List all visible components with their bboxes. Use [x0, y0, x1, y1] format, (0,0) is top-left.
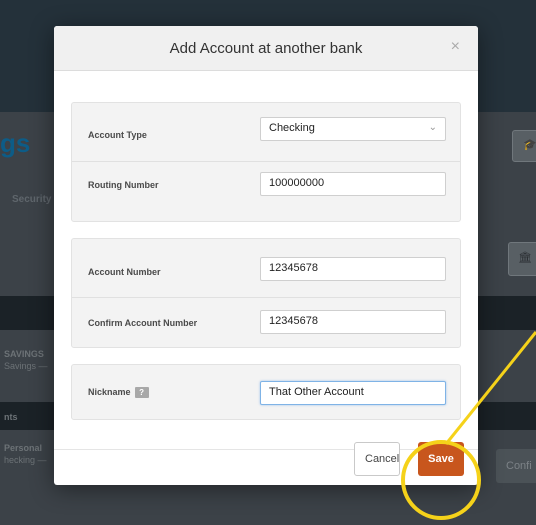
- close-icon[interactable]: ×: [451, 38, 460, 56]
- modal-footer: [54, 449, 478, 486]
- account-number-label: Account Number: [88, 267, 161, 277]
- chevron-down-icon: ⌄: [428, 122, 437, 133]
- background-section-label: nts: [4, 412, 18, 422]
- add-account-modal: Add Account at another bank × Account Ty…: [54, 26, 478, 485]
- background-list-item: Personal hecking —: [4, 443, 47, 465]
- routing-number-label: Routing Number: [88, 180, 159, 190]
- account-type-select[interactable]: Checking ⌄: [260, 117, 446, 141]
- background-confirm-button: Confi: [496, 449, 536, 483]
- routing-number-row: Routing Number 100000000: [72, 161, 460, 206]
- modal-title: Add Account at another bank: [169, 40, 363, 57]
- background-page-title: gs: [0, 128, 31, 158]
- account-type-label: Account Type: [88, 130, 147, 140]
- graduation-cap-icon: 🎓: [523, 139, 536, 151]
- bank-icon: 🏛: [518, 252, 532, 264]
- confirm-account-number-row: Confirm Account Number 12345678: [72, 297, 460, 342]
- background-action-button: 🏛: [508, 242, 536, 276]
- help-icon[interactable]: ?: [134, 387, 149, 399]
- background-icon-button: 🎓: [512, 130, 536, 162]
- confirm-account-number-label: Confirm Account Number: [88, 318, 198, 328]
- account-number-card: Account Number 12345678 Confirm Account …: [71, 238, 461, 348]
- nickname-card: Nickname? That Other Account: [71, 364, 461, 420]
- nickname-label: Nickname?: [88, 387, 149, 399]
- nickname-row: Nickname? That Other Account: [72, 369, 460, 413]
- account-number-input[interactable]: 12345678: [260, 257, 446, 281]
- confirm-account-number-input[interactable]: 12345678: [260, 310, 446, 334]
- modal-header: Add Account at another bank ×: [54, 26, 478, 71]
- background-list-item: SAVINGS Savings —: [4, 349, 48, 371]
- save-button[interactable]: Save: [418, 442, 464, 476]
- nickname-input[interactable]: That Other Account: [260, 381, 446, 405]
- routing-number-input[interactable]: 100000000: [260, 172, 446, 196]
- background-tab-security: Security: [12, 194, 52, 205]
- account-type-row: Account Type Checking ⌄: [72, 113, 460, 157]
- account-number-row: Account Number 12345678: [72, 247, 460, 291]
- cancel-button[interactable]: Cancel: [354, 442, 400, 476]
- bank-info-card: Account Type Checking ⌄ Routing Number 1…: [71, 102, 461, 222]
